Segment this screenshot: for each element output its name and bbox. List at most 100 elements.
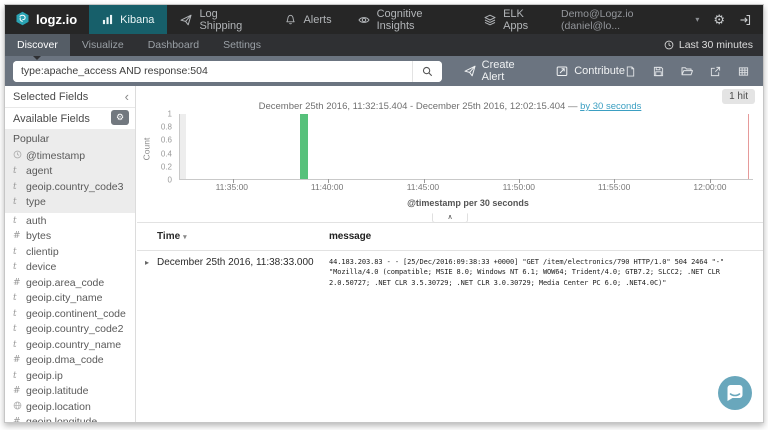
field-label: geoip.country_code2	[26, 323, 124, 336]
string-field-icon: t	[13, 166, 17, 177]
create-alert-icon	[464, 65, 476, 77]
string-field-icon: t	[13, 246, 17, 257]
logzio-logo[interactable]: logz.io	[5, 5, 89, 34]
field-geoip-latitude[interactable]: # geoip.latitude	[5, 384, 135, 400]
row-time-cell: December 25th 2016, 11:38:33.000	[157, 256, 314, 268]
partial-bucket-endzone	[180, 114, 186, 179]
field-geoip-longitude[interactable]: #geoip.longitude	[5, 415, 135, 422]
time-picker[interactable]: Last 30 minutes	[664, 34, 763, 56]
chat-bubble-icon[interactable]	[717, 375, 753, 416]
field-geoip-country-name[interactable]: t geoip.country_name	[5, 337, 135, 353]
histogram-time-range: December 25th 2016, 11:32:15.404 - Decem…	[258, 101, 578, 112]
table-header-row: Time ▾ message	[137, 223, 763, 251]
create-alert-button[interactable]: Create Alert	[464, 59, 535, 83]
collapse-sidebar-icon[interactable]: ‹	[125, 89, 129, 104]
field-geoip-dma-code[interactable]: # geoip.dma_code	[5, 353, 135, 369]
string-field-icon: t	[13, 181, 17, 192]
string-field-icon: t	[13, 324, 17, 335]
string-field-icon: t	[13, 197, 17, 208]
top-navigation-bar: logz.io Kibana Log Shipping Alerts Cognitiv…	[5, 5, 763, 34]
field-label: bytes	[26, 230, 52, 243]
field-label: @timestamp	[26, 149, 86, 162]
field-label: geoip.latitude	[26, 385, 89, 398]
topnav-item-log-shipping[interactable]: Log Shipping	[167, 5, 272, 34]
topnav-item-cognitive-insights[interactable]: Cognitive Insights	[345, 5, 471, 34]
field-clientip[interactable]: t clientip	[5, 244, 135, 260]
message-column-header[interactable]: message	[329, 229, 763, 245]
topnav-item-label: Alerts	[303, 13, 332, 26]
field-geoip-ip[interactable]: t geoip.ip	[5, 368, 135, 384]
field-label: geoip.continent_code	[26, 307, 126, 320]
tab-settings[interactable]: Settings	[211, 34, 273, 56]
account-menu[interactable]: Demo@Logz.io (daniel@lo... ▾	[561, 8, 699, 32]
field-device[interactable]: t device	[5, 260, 135, 276]
field-label: geoip.longitude	[26, 416, 97, 422]
subnav-tabs: Discover Visualize Dashboard Settings	[5, 34, 273, 56]
field-geoip-continent-code[interactable]: t geoip.continent_code	[5, 306, 135, 322]
histogram-chart: Count 0 0.2 0.4 0.6 0.8 1 11:35:00 11:40:00 11:…	[141, 110, 753, 206]
topnav-right: Demo@Logz.io (daniel@lo... ▾ ⚙	[561, 5, 763, 34]
topnav-item-label: Cognitive Insights	[376, 7, 423, 32]
interval-link[interactable]: by 30 seconds	[580, 101, 641, 112]
gear-icon[interactable]: ⚙	[713, 13, 725, 26]
share-icon[interactable]	[710, 66, 721, 77]
field-auth[interactable]: t auth	[5, 213, 135, 229]
cognitive-insights-icon	[358, 14, 370, 26]
save-search-icon[interactable]	[653, 66, 664, 77]
time-range-label: Last 30 minutes	[678, 39, 753, 51]
row-message-cell: 44.183.203.83 - - [25/Dec/2016:09:38:33 …	[329, 257, 724, 288]
account-label: Demo@Logz.io (daniel@lo...	[561, 7, 634, 32]
field-geoip-area-code[interactable]: # geoip.area_code	[5, 275, 135, 291]
search-input[interactable]	[13, 60, 412, 82]
topnav-item-alerts[interactable]: Alerts	[272, 5, 344, 34]
documents-table: Time ▾ message ▸ December 25th 2016, 11:3…	[137, 222, 763, 289]
x-tick-label: 11:50:00	[502, 182, 536, 192]
field-type[interactable]: t type	[5, 195, 135, 211]
table-icon[interactable]	[738, 66, 749, 77]
field-settings-gear-icon[interactable]: ⚙	[111, 110, 129, 125]
field-agent[interactable]: t agent	[5, 164, 135, 180]
field-label: type	[26, 196, 46, 209]
search-icon[interactable]	[411, 60, 442, 82]
time-column-header[interactable]: Time ▾	[157, 231, 329, 242]
y-tick-label: 0.6	[160, 135, 172, 145]
logout-icon[interactable]	[739, 14, 751, 26]
open-search-icon[interactable]	[681, 65, 693, 77]
table-row[interactable]: ▸ December 25th 2016, 11:38:33.000 44.18…	[137, 251, 763, 290]
kibana-icon	[102, 14, 113, 25]
alerts-icon	[285, 14, 296, 25]
field-label: device	[26, 261, 57, 274]
popular-label: Popular	[13, 133, 50, 145]
contribute-button[interactable]: Contribute	[556, 65, 625, 77]
elk-apps-icon	[484, 14, 496, 26]
tab-dashboard[interactable]: Dashboard	[136, 34, 211, 56]
topnav-item-label: Kibana	[120, 13, 155, 26]
available-fields-header: Available Fields ⚙	[5, 108, 135, 129]
topnav-item-label: Log Shipping	[199, 7, 243, 32]
histogram-bar[interactable]	[299, 114, 308, 179]
expand-row-icon[interactable]: ▸	[137, 257, 157, 267]
kibana-sub-navigation: Discover Visualize Dashboard Settings Last …	[5, 34, 763, 56]
time-column-label: Time	[157, 231, 181, 243]
field-bytes[interactable]: # bytes	[5, 229, 135, 245]
tab-visualize[interactable]: Visualize	[70, 34, 136, 56]
topnav-item-kibana[interactable]: Kibana	[89, 5, 168, 34]
topnav-item-label: ELK Apps	[503, 7, 529, 32]
field-geoip-location[interactable]: geoip.location	[5, 399, 135, 415]
field-label: geoip.area_code	[26, 276, 105, 289]
number-field-icon: #	[13, 417, 26, 422]
new-search-icon[interactable]	[625, 65, 636, 77]
field-geoip-country-code2[interactable]: t geoip.country_code2	[5, 322, 135, 338]
topnav-item-elk-apps[interactable]: ELK Apps	[471, 5, 561, 34]
field--timestamp[interactable]: @timestamp	[5, 148, 135, 164]
tab-discover[interactable]: Discover	[5, 34, 70, 56]
x-axis-ticks: 11:35:00 11:40:00 11:45:00 11:50:00 11:55:00…	[179, 182, 753, 194]
collapse-histogram-button[interactable]: ∧	[432, 213, 468, 223]
x-axis-label: @timestamp per 30 seconds	[407, 198, 529, 208]
tab-label: Visualize	[81, 39, 124, 51]
field-geoip-city-name[interactable]: t geoip.city_name	[5, 291, 135, 307]
current-time-marker	[748, 114, 750, 179]
x-tick-label: 11:40:00	[310, 182, 344, 192]
field-geoip-country-code3[interactable]: t geoip.country_code3	[5, 179, 135, 195]
message-column-label: message	[329, 231, 372, 242]
